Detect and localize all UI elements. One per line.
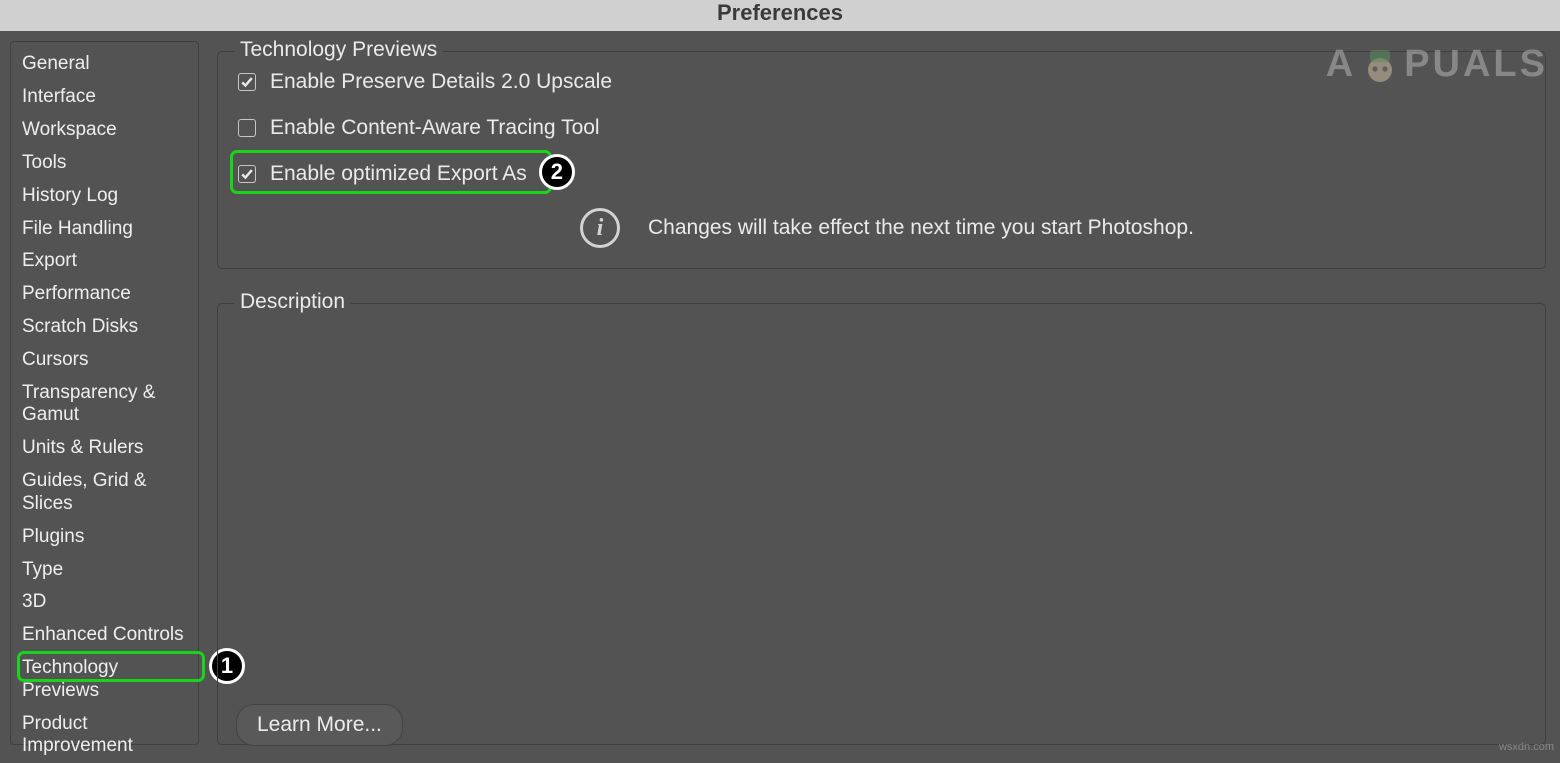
sidebar-item-technology-previews[interactable]: Technology Previews 1 — [11, 652, 198, 707]
checkbox-label: Enable optimized Export As — [270, 162, 527, 186]
checkbox-optimized-export[interactable] — [238, 165, 256, 183]
checkbox-label: Enable Preserve Details 2.0 Upscale — [270, 70, 612, 94]
checkbox-row-content-aware-tracing[interactable]: Enable Content-Aware Tracing Tool — [238, 116, 1527, 140]
annotation-badge-2: 2 — [539, 154, 575, 190]
checkbox-label: Enable Content-Aware Tracing Tool — [270, 116, 600, 140]
checkbox-preserve-details[interactable] — [238, 73, 256, 91]
window-title: Preferences — [717, 0, 843, 26]
sidebar-item-performance[interactable]: Performance — [11, 278, 198, 311]
checkmark-icon — [240, 167, 254, 181]
sidebar-item-type[interactable]: Type — [11, 554, 198, 587]
sidebar-item-interface[interactable]: Interface — [11, 81, 198, 114]
checkmark-icon — [240, 75, 254, 89]
attribution-text: wsxdn.com — [1499, 741, 1554, 753]
checkbox-row-optimized-export[interactable]: Enable optimized Export As 2 — [238, 162, 1527, 186]
sidebar-item-history-log[interactable]: History Log — [11, 180, 198, 213]
technology-previews-legend: Technology Previews — [234, 38, 443, 62]
description-legend: Description — [234, 290, 351, 314]
sidebar-item-plugins[interactable]: Plugins — [11, 521, 198, 554]
preferences-main: Technology Previews Enable Preserve Deta… — [217, 41, 1550, 745]
sidebar-item-transparency-gamut[interactable]: Transparency & Gamut — [11, 377, 198, 432]
info-text: Changes will take effect the next time y… — [648, 216, 1194, 240]
sidebar-item-enhanced-controls[interactable]: Enhanced Controls — [11, 619, 198, 652]
sidebar-item-general[interactable]: General — [11, 48, 198, 81]
sidebar-item-scratch-disks[interactable]: Scratch Disks — [11, 311, 198, 344]
learn-more-button[interactable]: Learn More... — [236, 704, 403, 746]
info-row: i Changes will take effect the next time… — [580, 208, 1527, 248]
sidebar-item-3d[interactable]: 3D — [11, 586, 198, 619]
info-icon: i — [580, 208, 620, 248]
sidebar-item-workspace[interactable]: Workspace — [11, 114, 198, 147]
preferences-sidebar: General Interface Workspace Tools Histor… — [10, 41, 199, 745]
watermark-logo: A PUALS — [1326, 40, 1548, 88]
description-group: Description Learn More... — [217, 303, 1546, 745]
sidebar-item-tools[interactable]: Tools — [11, 147, 198, 180]
window-titlebar: Preferences — [0, 0, 1560, 31]
sidebar-item-file-handling[interactable]: File Handling — [11, 213, 198, 246]
sidebar-item-export[interactable]: Export — [11, 245, 198, 278]
mascot-icon — [1356, 40, 1404, 88]
sidebar-item-units-rulers[interactable]: Units & Rulers — [11, 432, 198, 465]
sidebar-item-guides-grid-slices[interactable]: Guides, Grid & Slices — [11, 465, 198, 520]
sidebar-item-cursors[interactable]: Cursors — [11, 344, 198, 377]
checkbox-content-aware-tracing[interactable] — [238, 119, 256, 137]
